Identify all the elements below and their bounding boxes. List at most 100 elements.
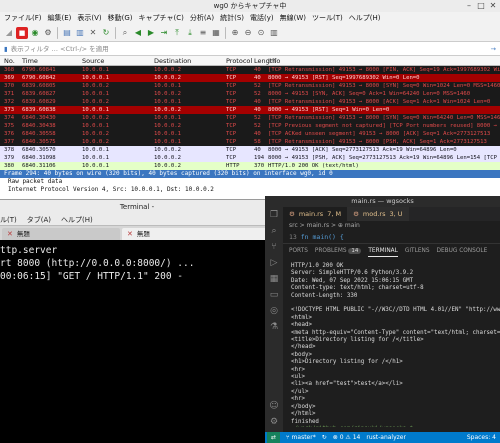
close-tab-icon[interactable]: ✕ bbox=[127, 228, 133, 240]
menu-wireless[interactable]: 無線(W) bbox=[280, 12, 306, 24]
packet-row[interactable]: 375 6840.30438 10.0.0.1 10.0.0.2 TCP 52 [TCP P… bbox=[0, 122, 500, 130]
zoom-reset-icon[interactable]: ⊙ bbox=[255, 27, 267, 39]
source-control-icon[interactable]: ⑂ bbox=[265, 239, 283, 255]
terminal-line: <hr> bbox=[291, 366, 305, 373]
packet-row[interactable]: 368 6790.60841 10.0.0.1 10.0.0.2 TCP 40 [TCP R… bbox=[0, 66, 500, 74]
zoom-out-icon[interactable]: ⊖ bbox=[242, 27, 254, 39]
git-branch[interactable]: ⑂ master* bbox=[286, 432, 316, 443]
bookmark-icon[interactable]: ▮ bbox=[4, 45, 8, 53]
sync-icon[interactable]: ↻ bbox=[322, 432, 327, 443]
column-protocol[interactable]: Protocol bbox=[226, 56, 254, 65]
go-forward-icon[interactable]: ▶ bbox=[145, 27, 157, 39]
menu-file[interactable]: ファイル(F) bbox=[4, 12, 42, 24]
panel-tab-terminal[interactable]: TERMINAL bbox=[368, 244, 398, 257]
capture-options-icon[interactable]: ⚙ bbox=[42, 27, 54, 39]
packet-row[interactable]: 370 6839.60805 10.0.0.2 10.0.0.1 TCP 52 [TCP R… bbox=[0, 82, 500, 90]
menu-go[interactable]: 移動(G) bbox=[108, 12, 133, 24]
manage-gear-icon[interactable]: ⚙ bbox=[265, 414, 283, 430]
terminal-line: <meta http-equiv="Content-Type" content=… bbox=[291, 329, 500, 336]
go-back-icon[interactable]: ◀ bbox=[132, 27, 144, 39]
search-icon[interactable]: ⌕ bbox=[265, 223, 283, 239]
remote-indicator-icon[interactable]: ⇄ bbox=[267, 432, 281, 443]
close-tab-icon[interactable]: ✕ bbox=[7, 228, 13, 240]
panel-tab-gitlens[interactable]: GITLENS bbox=[405, 244, 430, 257]
menu-tab[interactable]: タブ(A) bbox=[27, 214, 51, 225]
explorer-icon[interactable]: ❐ bbox=[265, 207, 283, 223]
find-packet-icon[interactable]: ⌕ bbox=[119, 27, 131, 39]
detail-raw-row[interactable]: Raw packet data bbox=[0, 178, 500, 186]
open-file-icon[interactable]: ▤ bbox=[61, 27, 73, 39]
first-packet-icon[interactable]: ⤒ bbox=[171, 27, 183, 39]
extensions-icon[interactable]: ▦ bbox=[265, 271, 283, 287]
minimize-icon[interactable]: – bbox=[464, 1, 474, 10]
apply-filter-icon[interactable]: → bbox=[491, 45, 496, 53]
go-to-packet-icon[interactable]: ⇥ bbox=[158, 27, 170, 39]
maximize-icon[interactable]: □ bbox=[476, 1, 486, 10]
column-source[interactable]: Source bbox=[82, 56, 154, 65]
reload-icon[interactable]: ↻ bbox=[100, 27, 112, 39]
menu-view[interactable]: 表示(V) bbox=[77, 12, 101, 24]
menu-statistics[interactable]: 統計(S) bbox=[220, 12, 244, 24]
panel-tab-problems[interactable]: PROBLEMS 14 bbox=[315, 244, 362, 257]
breadcrumb[interactable]: src > main.rs > ⊕ main bbox=[283, 221, 500, 231]
code-text: fn main() { bbox=[300, 233, 344, 241]
packet-row[interactable]: 378 6840.30570 10.0.0.1 10.0.0.2 TCP 40 8000 →… bbox=[0, 146, 500, 154]
packet-row[interactable]: 373 6839.60838 10.0.0.1 10.0.0.2 TCP 40 8000 →… bbox=[0, 106, 500, 114]
stop-capture-icon[interactable]: ■ bbox=[16, 26, 28, 39]
menu-help[interactable]: ヘルプ(H) bbox=[61, 214, 93, 225]
column-time[interactable]: Time bbox=[22, 56, 82, 65]
problems-status[interactable]: ⊗ 0 ⚠ 14 bbox=[333, 432, 361, 443]
menu-edit[interactable]: 編集(E) bbox=[48, 12, 72, 24]
menu-terminal[interactable]: ル(T) bbox=[0, 214, 17, 225]
detail-ip-row[interactable]: Internet Protocol Version 4, Src: 10.0.0… bbox=[0, 186, 500, 194]
rust-analyzer-status[interactable]: rust-analyzer bbox=[366, 432, 406, 443]
detail-frame-row[interactable]: Frame 294: 40 bytes on wire (320 bits), … bbox=[0, 170, 500, 178]
packet-cell-dst: 10.0.0.2 bbox=[154, 91, 181, 97]
zoom-in-icon[interactable]: ⊕ bbox=[229, 27, 241, 39]
close-icon[interactable]: ✕ bbox=[488, 1, 498, 10]
restart-capture-icon[interactable]: ◉ bbox=[29, 27, 41, 39]
terminal-tab-active[interactable]: ✕ 無題 bbox=[122, 228, 272, 240]
remote-explorer-icon[interactable]: ▭ bbox=[265, 287, 283, 303]
menu-analyze[interactable]: 分析(A) bbox=[190, 12, 214, 24]
column-length[interactable]: Length bbox=[254, 56, 276, 65]
resize-columns-icon[interactable]: ▥ bbox=[268, 27, 280, 39]
packet-row[interactable]: 372 6839.60829 10.0.0.2 10.0.0.1 TCP 40 [TCP R… bbox=[0, 98, 500, 106]
run-debug-icon[interactable]: ▷ bbox=[265, 255, 283, 271]
terminal-output[interactable]: ttp.server rt 8000 (http://0.0.0.0:8000/)… bbox=[0, 240, 274, 283]
autoscroll-icon[interactable]: ≡ bbox=[197, 27, 209, 39]
menu-tools[interactable]: ツール(T) bbox=[312, 12, 343, 24]
panel-tab-ports[interactable]: PORTS bbox=[289, 244, 308, 257]
display-filter-input[interactable]: 表示フィルタ … <Ctrl-/> を適用 bbox=[11, 44, 488, 54]
packet-row[interactable]: 379 6840.31098 10.0.0.1 10.0.0.2 TCP 194 8000 … bbox=[0, 154, 500, 162]
colorize-icon[interactable]: ▦ bbox=[210, 27, 222, 39]
menu-capture[interactable]: キャプチャ(C) bbox=[139, 12, 184, 24]
packet-row[interactable]: 374 6840.30430 10.0.0.2 10.0.0.1 TCP 52 [TCP R… bbox=[0, 114, 500, 122]
integrated-terminal[interactable]: HTTP/1.0 200 OK Server: SimpleHTTP/0.6 Py… bbox=[283, 257, 500, 427]
tab-main-rs[interactable]: ⚙ main.rs 7, M bbox=[283, 207, 348, 221]
tab-mod-rs[interactable]: ⚙ mod.rs 3, U bbox=[347, 207, 409, 221]
packet-row[interactable]: 380 6840.31106 10.0.0.1 10.0.0.2 HTTP 370 HTTP… bbox=[0, 162, 500, 170]
terminal-title: Terminal - bbox=[119, 203, 155, 211]
code-line[interactable]: 13 fn main() { bbox=[283, 231, 500, 243]
save-file-icon[interactable]: ▥ bbox=[74, 27, 86, 39]
panel-tab-debug-console[interactable]: DEBUG CONSOLE bbox=[437, 244, 488, 257]
last-packet-icon[interactable]: ⤓ bbox=[184, 27, 196, 39]
column-no[interactable]: No. bbox=[0, 56, 22, 65]
menu-help[interactable]: ヘルプ(H) bbox=[349, 12, 381, 24]
packet-row[interactable]: 369 6790.60842 10.0.0.1 10.0.0.2 TCP 40 8000 →… bbox=[0, 74, 500, 82]
column-destination[interactable]: Destination bbox=[154, 56, 226, 65]
column-info[interactable]: Info bbox=[268, 56, 500, 65]
close-file-icon[interactable]: ✕ bbox=[87, 27, 99, 39]
indentation-status[interactable]: Spaces: 4 bbox=[467, 432, 500, 443]
terminal-tab[interactable]: ✕ 無題 bbox=[2, 228, 120, 240]
packet-cell-proto: TCP bbox=[226, 75, 237, 81]
testing-icon[interactable]: ⚗ bbox=[265, 319, 283, 335]
packet-row[interactable]: 377 6840.30575 10.0.0.2 10.0.0.1 TCP 58 [TCP R… bbox=[0, 138, 500, 146]
packet-row[interactable]: 376 6840.30558 10.0.0.2 10.0.0.1 TCP 40 [TCP A… bbox=[0, 130, 500, 138]
gitlens-icon[interactable]: ◎ bbox=[265, 303, 283, 319]
menu-telephony[interactable]: 電話(y) bbox=[250, 12, 274, 24]
packet-row[interactable]: 371 6839.60827 10.0.0.1 10.0.0.2 TCP 52 8000 →… bbox=[0, 90, 500, 98]
account-icon[interactable]: ☺ bbox=[265, 398, 283, 414]
start-capture-icon[interactable]: ◢ bbox=[3, 27, 15, 39]
